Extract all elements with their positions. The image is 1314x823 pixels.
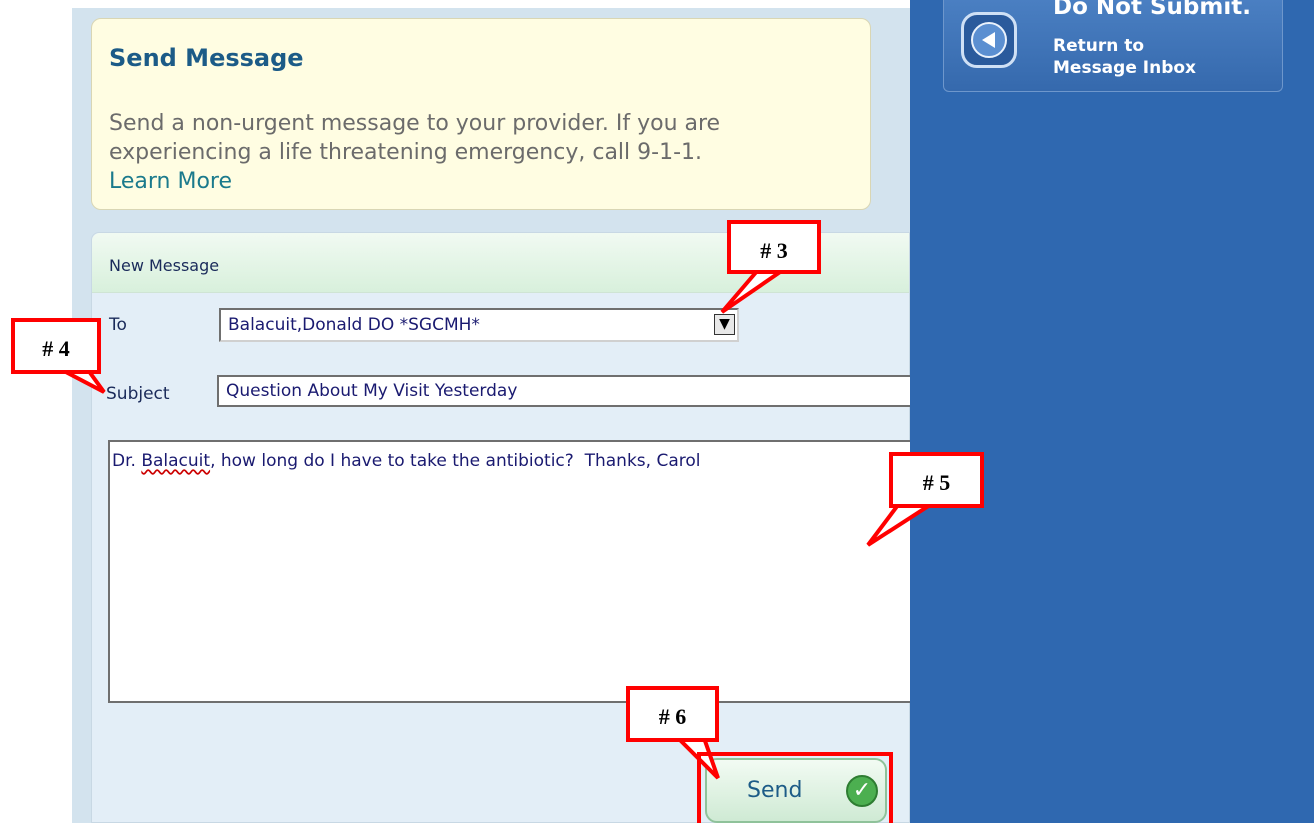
body-text-suffix: , how long do I have to take the antibio… [210,451,701,471]
return-to-inbox-button[interactable]: Do Not Submit. Return to Message Inbox [943,0,1283,92]
intro-description: Send a non-urgent message to your provid… [109,111,721,165]
callout-3: # 3 [727,220,821,274]
chevron-down-icon[interactable]: ▼ [714,314,735,335]
send-button[interactable]: Send ✓ [705,758,887,823]
callout-4: # 4 [11,318,101,374]
form-header-label: New Message [109,256,220,275]
to-label: To [109,315,127,335]
return-button-subtitle: Return to Message Inbox [1053,35,1196,79]
intro-panel: Send Message Send a non-urgent message t… [91,18,871,210]
callout-5: # 5 [889,452,984,508]
back-arrow-icon [961,12,1017,68]
return-button-title: Do Not Submit. [1053,0,1251,20]
body-text-misspelled: Balacuit [141,451,211,471]
return-line-2: Message Inbox [1053,58,1197,78]
return-line-1: Return to [1053,36,1145,56]
to-selected-value: Balacuit,Donald DO *SGCMH* [228,315,480,335]
subject-input[interactable] [217,375,910,407]
check-icon: ✓ [846,775,878,807]
intro-text: Send a non-urgent message to your provid… [109,109,869,196]
subject-label: Subject [106,384,170,404]
learn-more-link[interactable]: Learn More [109,169,232,194]
page-title: Send Message [109,44,304,72]
message-body-textarea[interactable]: Dr. Balacuit, how long do I have to take… [108,440,910,703]
body-text-prefix: Dr. [112,451,142,471]
right-pane [910,0,1314,823]
callout-6: # 6 [626,686,719,742]
send-button-label: Send [747,778,803,803]
to-select[interactable]: Balacuit,Donald DO *SGCMH* ▼ [219,308,739,342]
